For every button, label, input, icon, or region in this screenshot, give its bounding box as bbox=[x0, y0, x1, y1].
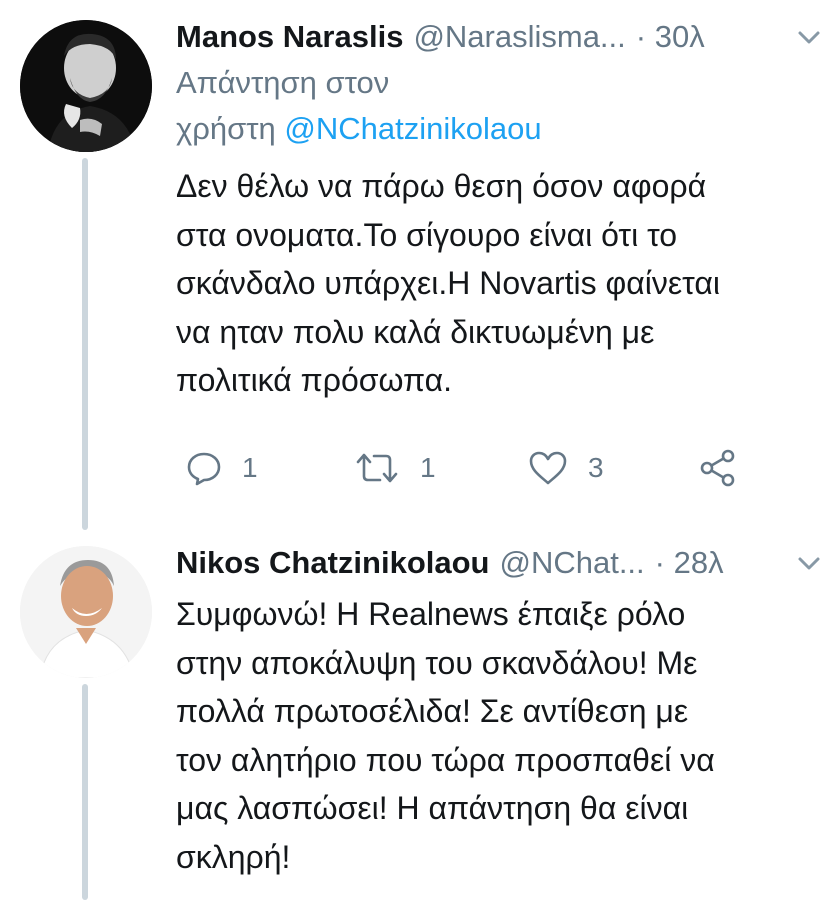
retweet-icon bbox=[356, 453, 398, 483]
tweet-text: Συμφωνώ! Η Realnews έπαιξε ρόλο στην απο… bbox=[176, 596, 715, 875]
reply-button[interactable]: 1 bbox=[186, 445, 258, 491]
author-name[interactable]: Nikos Chatzinikolaou bbox=[176, 540, 489, 586]
share-icon bbox=[700, 449, 735, 487]
author-handle[interactable]: @Naraslisma... bbox=[413, 14, 625, 60]
reply-prefix: Απάντηση στον bbox=[176, 65, 390, 100]
avatar[interactable] bbox=[20, 20, 152, 152]
share-button[interactable] bbox=[698, 445, 738, 491]
thread-connector-line bbox=[82, 684, 88, 900]
avatar[interactable] bbox=[20, 546, 152, 678]
thread-connector-line bbox=[82, 158, 88, 530]
reply-mention-link[interactable]: @NChatzinikolaou bbox=[284, 111, 541, 146]
author-name[interactable]: Manos Naraslis bbox=[176, 14, 403, 60]
author-handle[interactable]: @NChat... bbox=[499, 540, 644, 586]
tweet-timestamp[interactable]: · 28λ bbox=[655, 540, 724, 586]
man-portrait-avatar-icon bbox=[20, 546, 152, 678]
tweet-timestamp[interactable]: · 30λ bbox=[636, 14, 705, 60]
retweet-button[interactable]: 1 bbox=[354, 445, 436, 491]
tweet-text: Δεν θέλω να πάρω θεση όσον αφορά στα ονο… bbox=[176, 168, 720, 398]
reply-context: Απάντηση στον χρήστη @NChatzinikolaou bbox=[176, 60, 824, 152]
chevron-down-icon[interactable] bbox=[794, 546, 824, 576]
reply-user-word: χρήστη bbox=[176, 111, 276, 146]
heart-icon bbox=[529, 451, 567, 485]
like-button[interactable]: 3 bbox=[528, 445, 604, 491]
reply-icon bbox=[187, 452, 221, 486]
tweet-actions: 1 1 3 bbox=[186, 445, 746, 491]
tweet-thread: Manos Naraslis @Naraslisma... · 30λ Απάν… bbox=[0, 0, 838, 900]
reply-count: 1 bbox=[242, 452, 258, 483]
chevron-down-icon[interactable] bbox=[794, 20, 824, 50]
retweet-count: 1 bbox=[420, 452, 436, 483]
man-portrait-avatar-icon bbox=[20, 20, 152, 152]
like-count: 3 bbox=[588, 452, 604, 483]
